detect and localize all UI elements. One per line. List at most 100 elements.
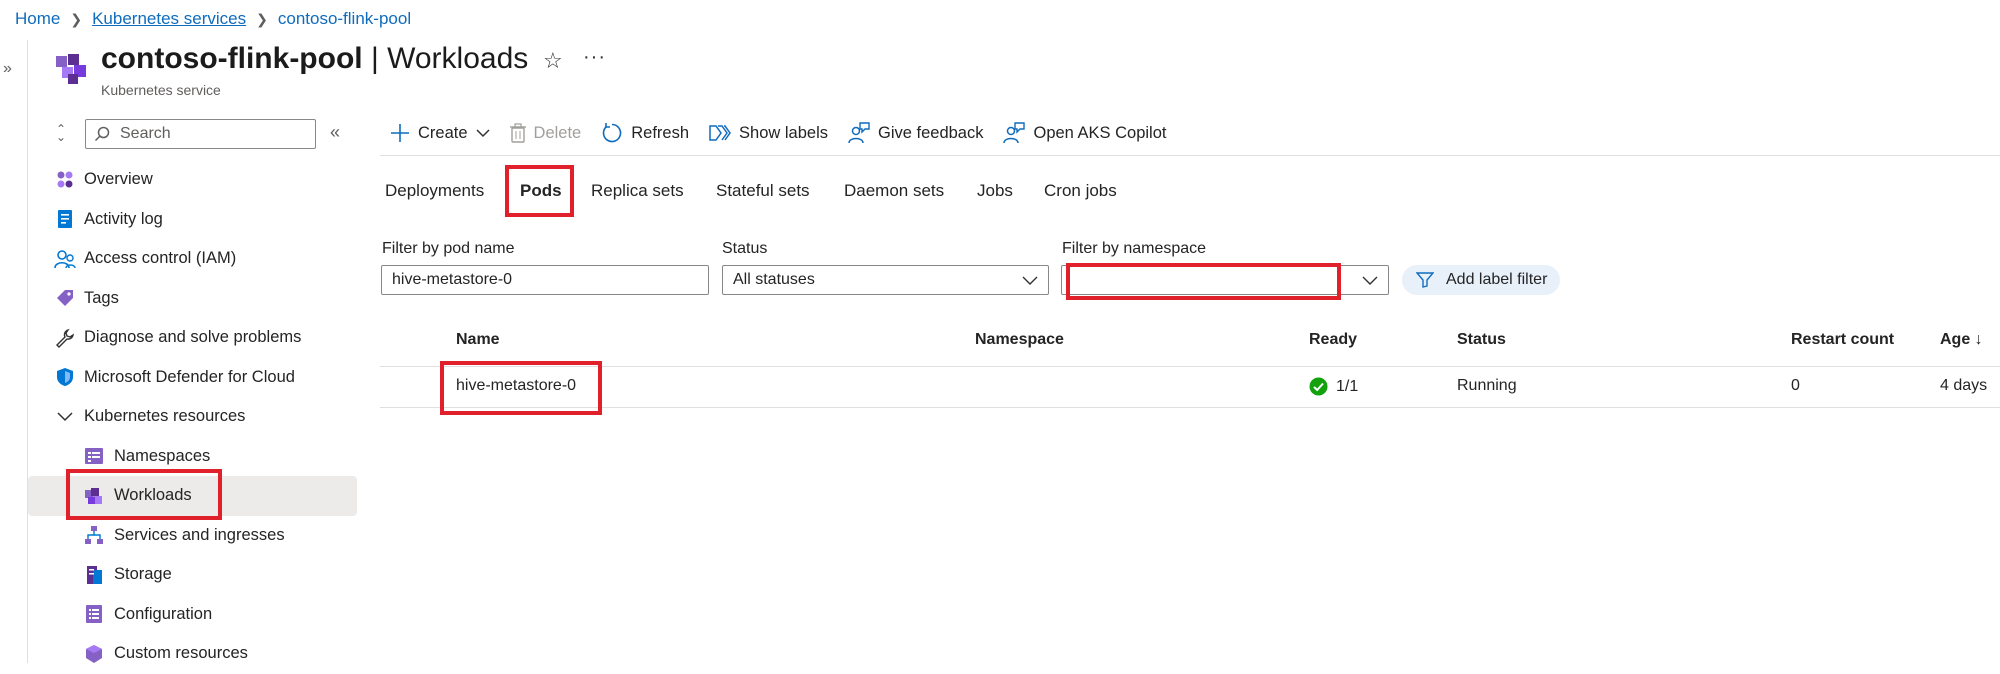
add-label-filter-button[interactable]: Add label filter (1402, 265, 1560, 295)
column-header-name[interactable]: Name (456, 331, 500, 349)
column-header-age[interactable]: Age ↓ (1940, 331, 1983, 349)
refresh-label: Refresh (631, 123, 690, 142)
custom-resources-icon (83, 643, 105, 665)
refresh-button[interactable]: Refresh (601, 122, 689, 144)
sidebar-item-label: Diagnose and solve problems (84, 328, 302, 347)
namespace-filter-label: Filter by namespace (1062, 240, 1207, 257)
sidebar-item-tags[interactable]: Tags (28, 279, 358, 319)
give-feedback-label: Give feedback (878, 123, 984, 142)
tab-daemon-sets[interactable]: Daemon sets (844, 181, 944, 201)
sidebar-item-access-control[interactable]: Access control (IAM) (28, 239, 358, 279)
pod-ready-cell: 1/1 (1309, 377, 1358, 396)
sidebar-item-custom-resources[interactable]: Custom resources (28, 634, 358, 674)
overview-icon (54, 169, 76, 191)
plus-icon (391, 124, 409, 142)
left-rail (0, 40, 28, 663)
toolbar-divider (380, 155, 2000, 156)
workloads-icon (83, 485, 105, 507)
more-options-icon[interactable]: ··· (583, 46, 606, 69)
breadcrumb-kubernetes-services[interactable]: Kubernetes services (92, 9, 246, 29)
column-header-status[interactable]: Status (1457, 331, 1506, 349)
title-separator: | (362, 42, 388, 75)
status-filter-label: Status (722, 240, 768, 257)
iam-icon (54, 248, 76, 270)
give-feedback-button[interactable]: Give feedback (848, 122, 983, 144)
sidebar-item-workloads[interactable]: Workloads (28, 476, 357, 516)
feedback-icon (848, 122, 870, 144)
column-header-namespace[interactable]: Namespace (975, 331, 1064, 349)
chevron-down-icon (476, 128, 490, 137)
refresh-icon (602, 123, 622, 143)
pod-name-link[interactable]: hive-metastore-0 (456, 377, 576, 395)
show-labels-button[interactable]: Show labels (709, 123, 828, 143)
sidebar-nav: Overview Activity log Access control (IA… (28, 160, 358, 674)
favorite-star-icon[interactable]: ☆ (543, 48, 563, 74)
tab-deployments[interactable]: Deployments (385, 181, 484, 201)
wrench-icon (54, 327, 76, 349)
breadcrumb-separator-icon: ❯ (70, 10, 83, 27)
success-check-icon (1309, 377, 1328, 396)
trash-icon (509, 123, 526, 143)
pod-restart-count-cell: 0 (1791, 377, 1800, 394)
pod-name-filter-input[interactable]: hive-metastore-0 (381, 265, 709, 295)
pod-name-filter-label: Filter by pod name (382, 240, 515, 257)
tab-replica-sets[interactable]: Replica sets (591, 181, 684, 201)
activity-log-icon (54, 208, 76, 230)
storage-icon (83, 564, 105, 586)
sidebar-group-kubernetes-resources[interactable]: Kubernetes resources (28, 397, 358, 437)
configuration-icon (83, 603, 105, 625)
command-bar: Create Delete Refresh Show labels Give f… (390, 118, 1186, 148)
sidebar-search[interactable] (85, 119, 316, 149)
status-filter-dropdown[interactable]: All statuses (722, 265, 1049, 295)
open-aks-copilot-label: Open AKS Copilot (1033, 123, 1167, 142)
sidebar-search-input[interactable] (118, 124, 298, 144)
sidebar-item-label: Configuration (114, 604, 213, 623)
sidebar-item-storage[interactable]: Storage (28, 555, 358, 595)
expand-menu-icon[interactable]: » (3, 60, 12, 78)
breadcrumb-home[interactable]: Home (15, 9, 60, 29)
row-divider (380, 407, 2000, 408)
sidebar-item-label: Custom resources (114, 644, 248, 663)
tab-jobs[interactable]: Jobs (977, 181, 1013, 201)
header-divider (380, 366, 2000, 367)
breadcrumb-separator-icon: ❯ (256, 10, 268, 27)
collapse-sidebar-icon[interactable]: « (330, 122, 340, 143)
create-label: Create (418, 123, 468, 142)
column-header-restart-count[interactable]: Restart count (1791, 331, 1894, 349)
page-title: contoso-flink-pool | Workloads (101, 42, 528, 76)
add-label-filter-label: Add label filter (1446, 271, 1548, 288)
open-aks-copilot-button[interactable]: Open AKS Copilot (1003, 122, 1166, 144)
labels-icon (709, 125, 731, 141)
sidebar-item-label: Workloads (114, 486, 192, 505)
sidebar-item-overview[interactable]: Overview (28, 160, 358, 200)
sidebar-item-configuration[interactable]: Configuration (28, 595, 358, 635)
chevron-down-icon (1362, 276, 1378, 285)
tab-pods[interactable]: Pods (520, 181, 562, 201)
resource-type-subtitle: Kubernetes service (101, 82, 221, 98)
create-button[interactable]: Create (390, 123, 490, 143)
pod-ready-value: 1/1 (1336, 377, 1359, 395)
delete-label: Delete (533, 123, 582, 142)
sidebar-item-diagnose[interactable]: Diagnose and solve problems (28, 318, 358, 358)
sidebar-item-label: Microsoft Defender for Cloud (84, 367, 295, 386)
tab-cron-jobs[interactable]: Cron jobs (1044, 181, 1117, 201)
tab-stateful-sets[interactable]: Stateful sets (716, 181, 810, 201)
sidebar-item-namespaces[interactable]: Namespaces (28, 437, 358, 477)
column-header-ready[interactable]: Ready (1309, 331, 1357, 349)
network-icon (83, 524, 105, 546)
resource-name: contoso-flink-pool (101, 42, 363, 75)
namespace-filter-dropdown[interactable] (1061, 265, 1389, 295)
sort-updown-icon[interactable]: ⌃ ⌄ (56, 123, 66, 143)
search-icon (94, 126, 110, 142)
sidebar-item-services-ingresses[interactable]: Services and ingresses (28, 516, 358, 556)
sidebar-item-label: Access control (IAM) (84, 249, 237, 268)
sidebar-item-defender[interactable]: Microsoft Defender for Cloud (28, 358, 358, 398)
breadcrumb-resource[interactable]: contoso-flink-pool (278, 9, 411, 29)
sidebar-item-activity-log[interactable]: Activity log (28, 200, 358, 240)
delete-button[interactable]: Delete (509, 123, 582, 143)
chevron-down-icon (1022, 276, 1038, 285)
kubernetes-service-icon (56, 54, 86, 84)
sidebar-item-label: Storage (114, 565, 172, 584)
sidebar-item-label: Overview (84, 170, 153, 189)
chevron-down-icon (54, 406, 76, 428)
